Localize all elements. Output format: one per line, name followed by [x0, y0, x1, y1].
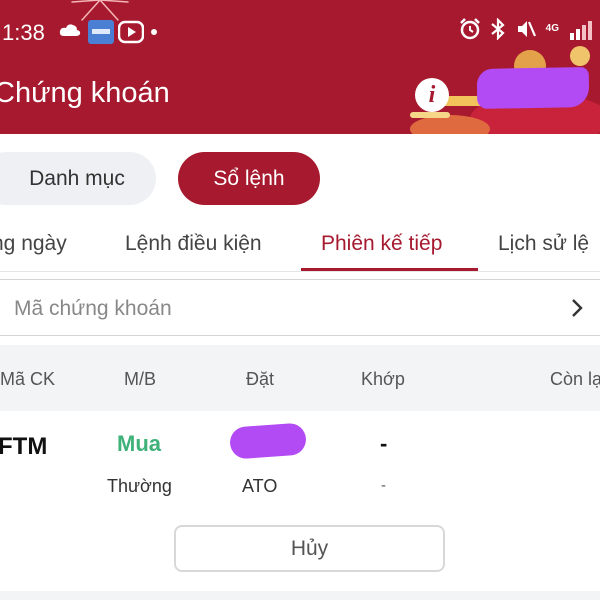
redacted-price-mark: [228, 422, 308, 460]
cancel-order-button[interactable]: Hủy: [174, 525, 445, 572]
order-tabs: ng ngày Lệnh điều kiện Phiên kế tiếp Lịc…: [0, 218, 600, 272]
row-side: Mua: [117, 431, 161, 456]
network-type-label: 4G: [545, 23, 559, 34]
app-header: 1:38 4G Chứng khoán i: [0, 0, 600, 134]
status-time: 1:38: [2, 20, 45, 45]
column-header-buy-sell: M/B: [124, 369, 157, 389]
mute-icon: [517, 21, 536, 37]
active-tab-indicator: [301, 268, 478, 271]
row-matched: -: [380, 431, 388, 456]
tab-intraday[interactable]: ng ngày: [0, 232, 67, 256]
alarm-icon: [459, 18, 480, 40]
symbol-search-placeholder: Mã chứng khoán: [14, 297, 172, 320]
signal-icon: [570, 21, 592, 40]
cloud-icon: [59, 24, 81, 36]
column-header-order: Đặt: [246, 369, 275, 389]
row-order-type: Thường: [107, 476, 172, 496]
table-header: Mã CK M/B Đặt Khớp Còn lạ: [0, 345, 600, 411]
column-header-symbol: Mã CK: [0, 369, 56, 389]
youtube-icon: [118, 20, 144, 44]
list-bottom-divider: [0, 591, 600, 600]
tab-next-session[interactable]: Phiên kế tiếp: [321, 232, 442, 256]
app-icon: [88, 20, 114, 44]
tab-order-history[interactable]: Lịch sử lệ: [498, 232, 589, 256]
column-header-remaining: Còn lạ: [550, 369, 600, 389]
tab-conditional-orders[interactable]: Lệnh điều kiện: [125, 232, 262, 256]
row-session: ATO: [242, 476, 278, 496]
notification-dot-icon: [151, 29, 157, 35]
column-header-matched: Khớp: [361, 369, 405, 389]
order-book-segment-button[interactable]: Sổ lệnh: [178, 152, 320, 205]
redacted-account-mark: [476, 67, 590, 109]
row-symbol: FTM: [0, 433, 48, 460]
table-row: FTM Mua - Thường ATO - Hủy: [0, 411, 600, 591]
info-button[interactable]: i: [415, 78, 449, 112]
bluetooth-icon: [490, 18, 505, 40]
portfolio-segment-button[interactable]: Danh mục: [0, 152, 156, 205]
symbol-search-row[interactable]: Mã chứng khoán: [0, 279, 600, 336]
row-matched-sub: -: [381, 477, 386, 494]
page-title: Chứng khoán: [0, 77, 170, 109]
chevron-right-icon[interactable]: [570, 298, 584, 318]
